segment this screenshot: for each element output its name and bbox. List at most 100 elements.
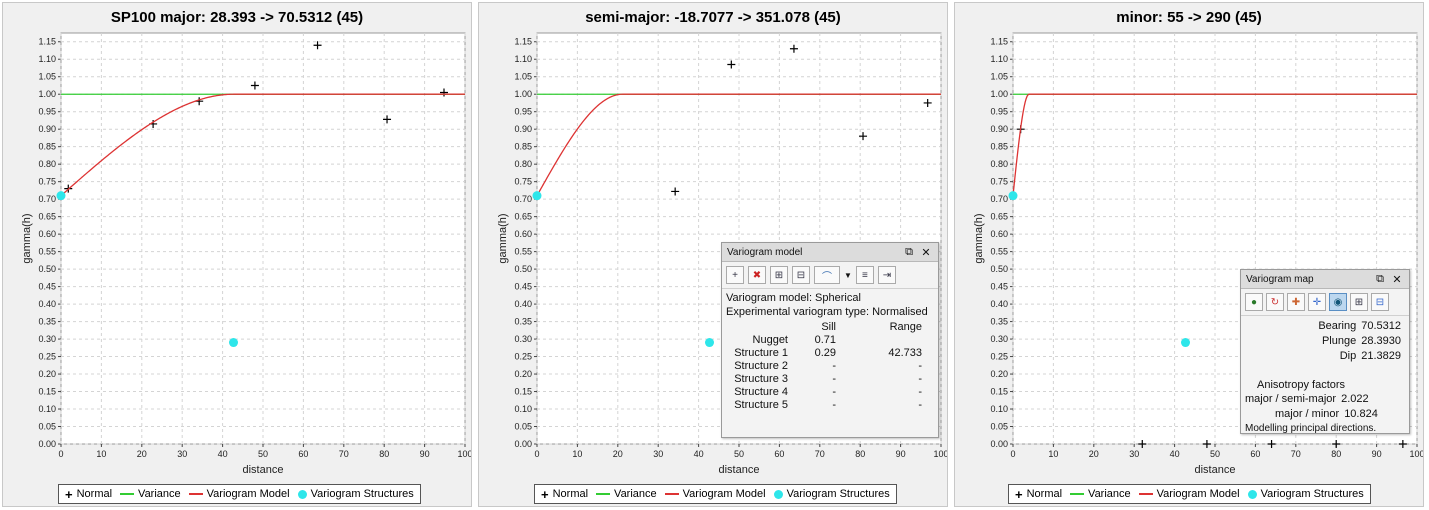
y-tick-label: 1.05 [514,72,532,82]
y-axis-label: gamma(h) [497,213,509,263]
chart-legend: + Normal Variance Variogram Model Variogr… [58,484,421,504]
x-tick-label: 100 [933,449,948,459]
x-tick-label: 100 [1409,449,1424,459]
row-range[interactable]: - [836,373,928,386]
y-tick-label: 0.75 [990,177,1008,187]
row-sill[interactable]: - [788,399,836,412]
ratio-label: major / minor [1275,408,1340,420]
y-axis-label: gamma(h) [973,213,985,263]
y-tick-label: 0.35 [514,317,532,327]
y-tick-label: 0.45 [990,282,1008,292]
y-tick-label: 0.65 [38,212,56,222]
y-tick-label: 0.55 [514,247,532,257]
fit-model-icon[interactable]: ≡ [855,266,874,284]
y-tick-label: 0.70 [990,194,1008,204]
row-name: Structure 4 [734,386,788,398]
legend-item-structures: Variogram Structures [297,488,414,500]
add-table-icon[interactable]: ⊞ [770,266,788,284]
x-tick-label: 80 [379,449,389,459]
table-row[interactable]: Nugget 0.71 [726,334,928,347]
table-view-icon[interactable]: ⊟ [1371,293,1389,311]
ellipsoid-icon[interactable]: ● [1245,293,1263,311]
row-name: Structure 5 [734,399,788,411]
add-structure-icon[interactable]: + [726,266,744,284]
x-tick-label: 90 [1372,449,1382,459]
x-tick-label: 70 [815,449,825,459]
x-tick-label: 20 [613,449,623,459]
ratio-row: major / minor 10.824 [1245,407,1405,422]
table-row[interactable]: Structure 5 - - [726,399,928,412]
restore-icon[interactable]: ⧉ [902,246,916,259]
bearing-row: Bearing 70.5312 [1245,319,1405,334]
y-tick-label: 1.15 [990,37,1008,47]
row-range[interactable]: - [836,360,928,373]
row-sill[interactable]: 0.71 [788,334,836,347]
chevron-down-icon[interactable]: ▼ [844,271,852,280]
model-type-icon[interactable]: ⌒ [814,266,840,284]
table-row[interactable]: Structure 4 - - [726,386,928,399]
y-axis-label: gamma(h) [21,213,33,263]
y-tick-label: 0.70 [514,194,532,204]
x-tick-label: 70 [339,449,349,459]
y-tick-label: 1.15 [514,37,532,47]
structure-table: Sill Range Nugget 0.71 Structure 1 0.29 … [726,321,928,412]
x-tick-label: 50 [734,449,744,459]
x-axis-label: distance [1195,464,1236,476]
dialog-titlebar[interactable]: Variogram map ⧉ ✕ [1241,270,1409,289]
export-icon[interactable]: ⇥ [877,266,896,284]
y-tick-label: 1.05 [990,72,1008,82]
table-row[interactable]: Structure 2 - - [726,360,928,373]
legend-label: Variance [614,488,657,500]
y-tick-label: 0.75 [38,177,56,187]
row-range[interactable] [836,334,928,347]
model-toolbar: + ✖ ⊞ ⊟ ⌒ ▼ ≡ ⇥ [722,262,938,289]
variogram-model-dialog[interactable]: Variogram model ⧉ ✕ + ✖ ⊞ ⊟ ⌒ ▼ ≡ ⇥ Vari… [721,242,939,438]
close-icon[interactable]: ✕ [919,246,933,259]
legend-item-normal: + Normal [541,488,588,501]
row-sill[interactable]: - [788,360,836,373]
row-range[interactable]: - [836,399,928,412]
y-tick-label: 0.55 [38,247,56,257]
y-tick-label: 0.50 [990,264,1008,274]
row-name: Nugget [752,334,788,346]
y-tick-label: 0.20 [514,369,532,379]
legend-item-variance: Variance [1070,488,1131,500]
structure-point [705,338,715,348]
plus-marker-icon: + [541,486,549,502]
axis-minor-icon[interactable]: ✛ [1308,293,1326,311]
row-range[interactable]: 42.733 [836,347,928,360]
variogram-map-dialog[interactable]: Variogram map ⧉ ✕ ● ↻ ✚ ✛ ◉ ⊞ ⊟ Bearing 7… [1240,269,1410,434]
dialog-title: Variogram map [1246,273,1314,285]
model-direction-icon[interactable]: ◉ [1329,293,1347,311]
row-range[interactable]: - [836,386,928,399]
y-tick-label: 0.10 [514,404,532,414]
rotate-icon[interactable]: ↻ [1266,293,1284,311]
chart-legend: + Normal Variance Variogram Model Variogr… [534,484,897,504]
axis-major-icon[interactable]: ✚ [1287,293,1305,311]
restore-icon[interactable]: ⧉ [1373,273,1387,286]
y-tick-label: 0.35 [38,317,56,327]
legend-label: Variogram Model [206,488,290,500]
y-tick-label: 0.30 [514,334,532,344]
x-axis-label: distance [243,464,284,476]
table-row[interactable]: Structure 3 - - [726,373,928,386]
legend-label: Variogram Structures [786,488,890,500]
plus-marker-icon: + [1015,486,1023,502]
row-name: Structure 3 [734,373,788,385]
row-sill[interactable]: - [788,386,836,399]
column-header-range: Range [889,321,922,333]
dialog-titlebar[interactable]: Variogram model ⧉ ✕ [722,243,938,262]
x-tick-label: 90 [896,449,906,459]
y-tick-label: 0.90 [38,124,56,134]
legend-item-model: Variogram Model [188,488,290,500]
close-icon[interactable]: ✕ [1390,273,1404,286]
delete-structure-icon[interactable]: ✖ [748,266,766,284]
grid-view-icon[interactable]: ⊞ [1350,293,1368,311]
structure-point [229,338,239,348]
row-sill[interactable]: - [788,373,836,386]
row-sill[interactable]: 0.29 [788,347,836,360]
legend-item-variance: Variance [120,488,181,500]
table-row[interactable]: Structure 1 0.29 42.733 [726,347,928,360]
y-tick-label: 0.00 [514,439,532,449]
edit-table-icon[interactable]: ⊟ [792,266,810,284]
